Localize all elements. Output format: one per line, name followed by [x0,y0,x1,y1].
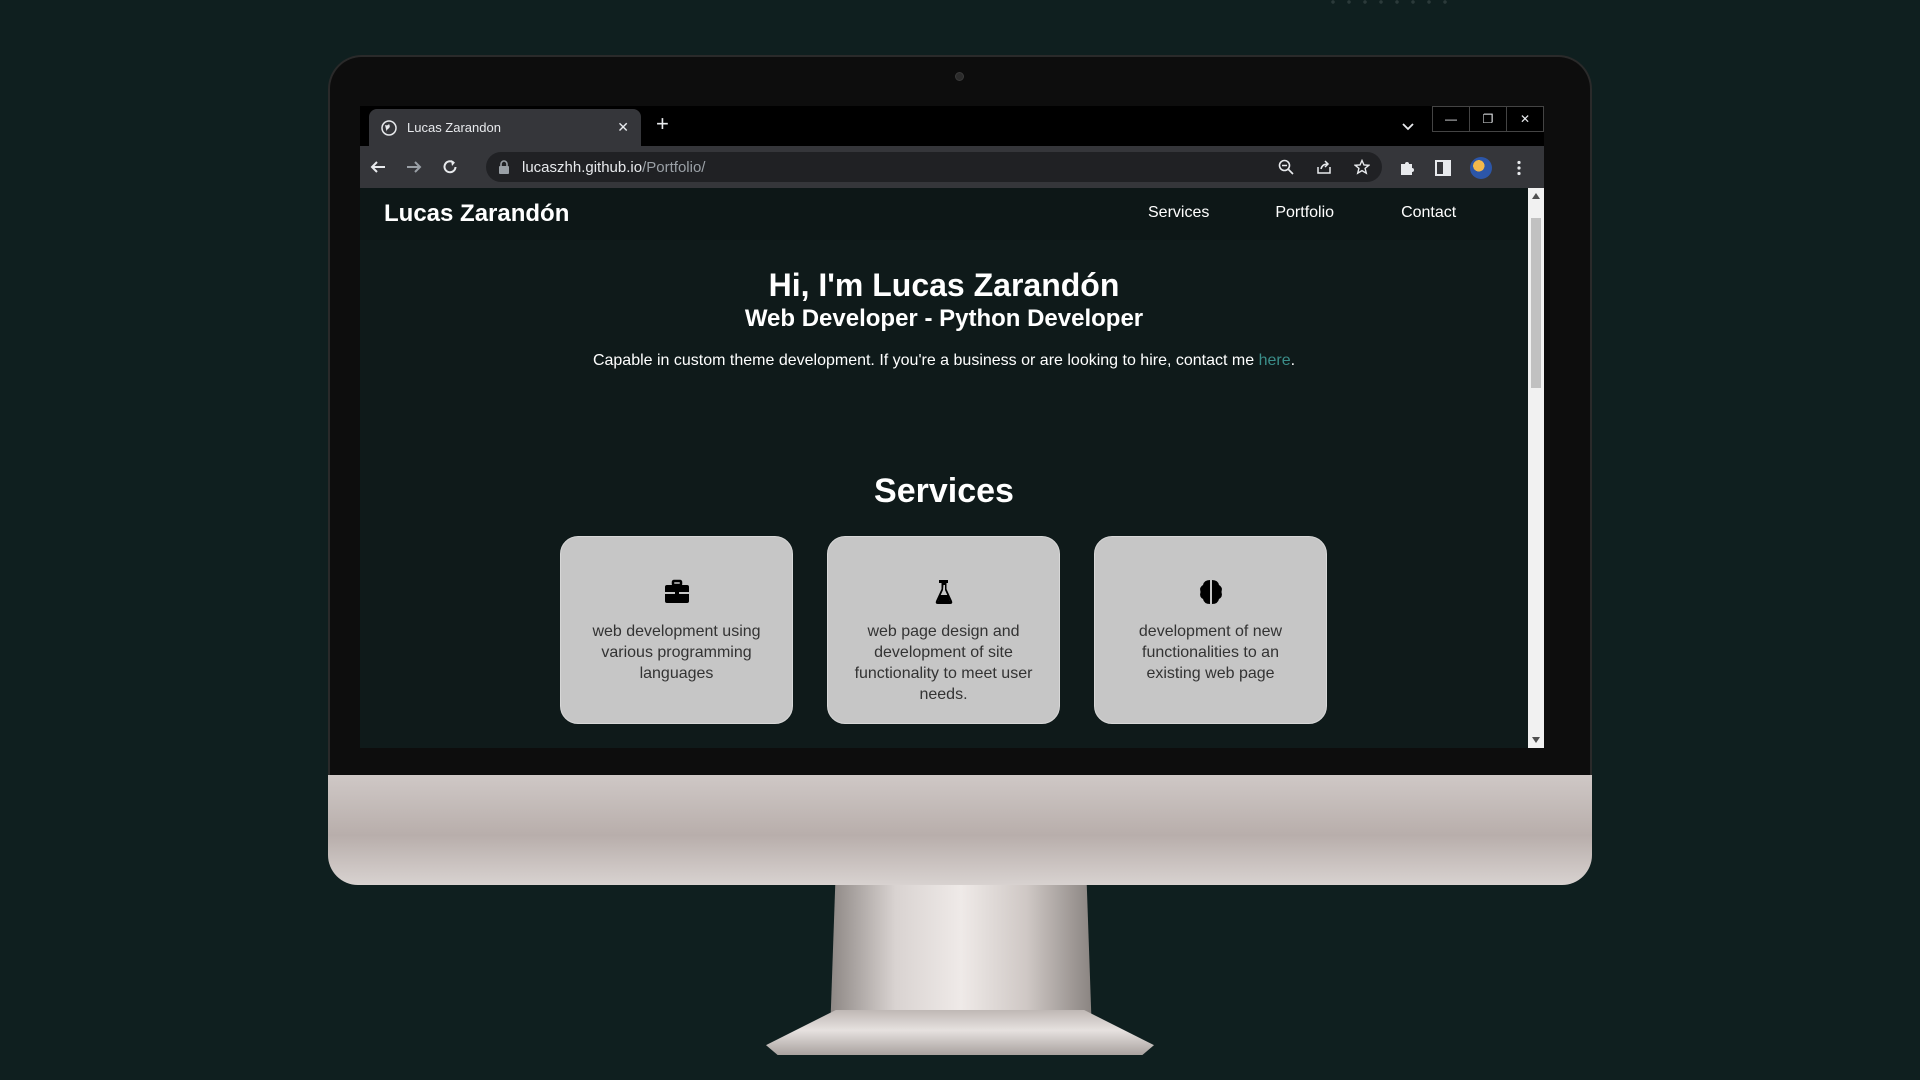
hero-title: Hi, I'm Lucas Zarandón [768,267,1120,303]
kebab-menu-icon[interactable] [1510,159,1528,177]
browser-toolbar: lucaszhh.github.io/Portfolio/ [360,146,1544,188]
site-header: Lucas Zarandón Services Portfolio Contac… [360,188,1528,240]
service-text: development of new functionalities to an… [1138,623,1283,682]
page-viewport: Lucas Zarandón Services Portfolio Contac… [360,188,1544,748]
page-scrollbar[interactable] [1528,188,1544,748]
scroll-up-arrow-icon[interactable] [1528,188,1544,204]
browser-window: Lucas Zarandon ✕ + — ❐ ✕ lucaszhh.github… [360,106,1544,748]
nav-link-portfolio[interactable]: Portfolio [1275,204,1334,222]
reload-icon [443,160,457,174]
decorative-dots [1325,0,1455,4]
chevron-down-icon[interactable] [1400,118,1416,134]
scrollbar-thumb[interactable] [1531,218,1541,388]
stage: Lucas Zarandon ✕ + — ❐ ✕ lucaszhh.github… [0,0,1920,1080]
url-host: lucaszhh.github.io [522,158,643,176]
nav-link-contact[interactable]: Contact [1401,204,1456,222]
service-text: web page design and development of site … [854,623,1033,703]
tab-strip: Lucas Zarandon ✕ + — ❐ ✕ [360,106,1544,146]
hero-text-end: . [1290,352,1296,369]
avatar[interactable] [1470,157,1492,179]
services-cards: web development using various programmin… [560,536,1328,724]
briefcase-icon [664,579,689,603]
zoom-icon[interactable] [1278,159,1294,175]
tab-title: Lucas Zarandon [407,120,501,135]
camera-icon [955,72,964,81]
service-card: development of new functionalities to an… [1094,536,1327,724]
service-text: web development using various programmin… [592,623,761,682]
address-bar[interactable]: lucaszhh.github.io/Portfolio/ [486,152,1382,182]
contact-here-link[interactable]: here [1259,352,1291,369]
address-bar-actions [1278,159,1370,175]
monitor-chin [328,775,1592,885]
hero-subtitle: Web Developer - Python Developer [744,305,1144,332]
monitor-stand-base [766,1010,1154,1055]
puzzle-icon[interactable] [1398,159,1416,177]
globe-icon [381,119,397,136]
hero-text: Capable in custom theme development. If … [360,352,1528,370]
forward-button[interactable] [396,149,432,185]
extension-area [1398,157,1528,179]
reload-button[interactable] [432,149,468,185]
restore-icon[interactable]: ❐ [1469,107,1506,131]
close-window-icon[interactable]: ✕ [1506,107,1543,131]
url-path: /Portfolio/ [642,158,706,176]
bookmark-star-icon[interactable] [1354,159,1370,175]
window-controls: — ❐ ✕ [1432,106,1544,132]
flask-icon [935,580,952,604]
share-icon[interactable] [1316,159,1332,175]
hero-text-body: Capable in custom theme development. If … [592,352,1259,369]
side-panel-icon[interactable] [1434,159,1452,177]
nav-link-services[interactable]: Services [1148,204,1209,222]
minimize-icon[interactable]: — [1433,107,1469,131]
service-card: web page design and development of site … [827,536,1060,724]
close-tab-icon[interactable]: ✕ [617,119,629,136]
hero-section: Hi, I'm Lucas Zarandón Web Developer - P… [360,266,1528,370]
brain-icon [1199,580,1222,604]
services-title: Services [874,472,1014,510]
site-nav: Services Portfolio Contact [1148,204,1456,222]
service-card: web development using various programmin… [560,536,793,724]
scroll-down-arrow-icon[interactable] [1528,732,1544,748]
lock-icon[interactable] [498,160,510,174]
new-tab-button[interactable]: + [656,113,669,135]
forward-arrow-icon [407,161,422,173]
site-brand[interactable]: Lucas Zarandón [384,200,569,228]
tab-active[interactable]: Lucas Zarandon ✕ [369,109,641,146]
back-arrow-icon [370,161,385,173]
back-button[interactable] [360,149,396,185]
